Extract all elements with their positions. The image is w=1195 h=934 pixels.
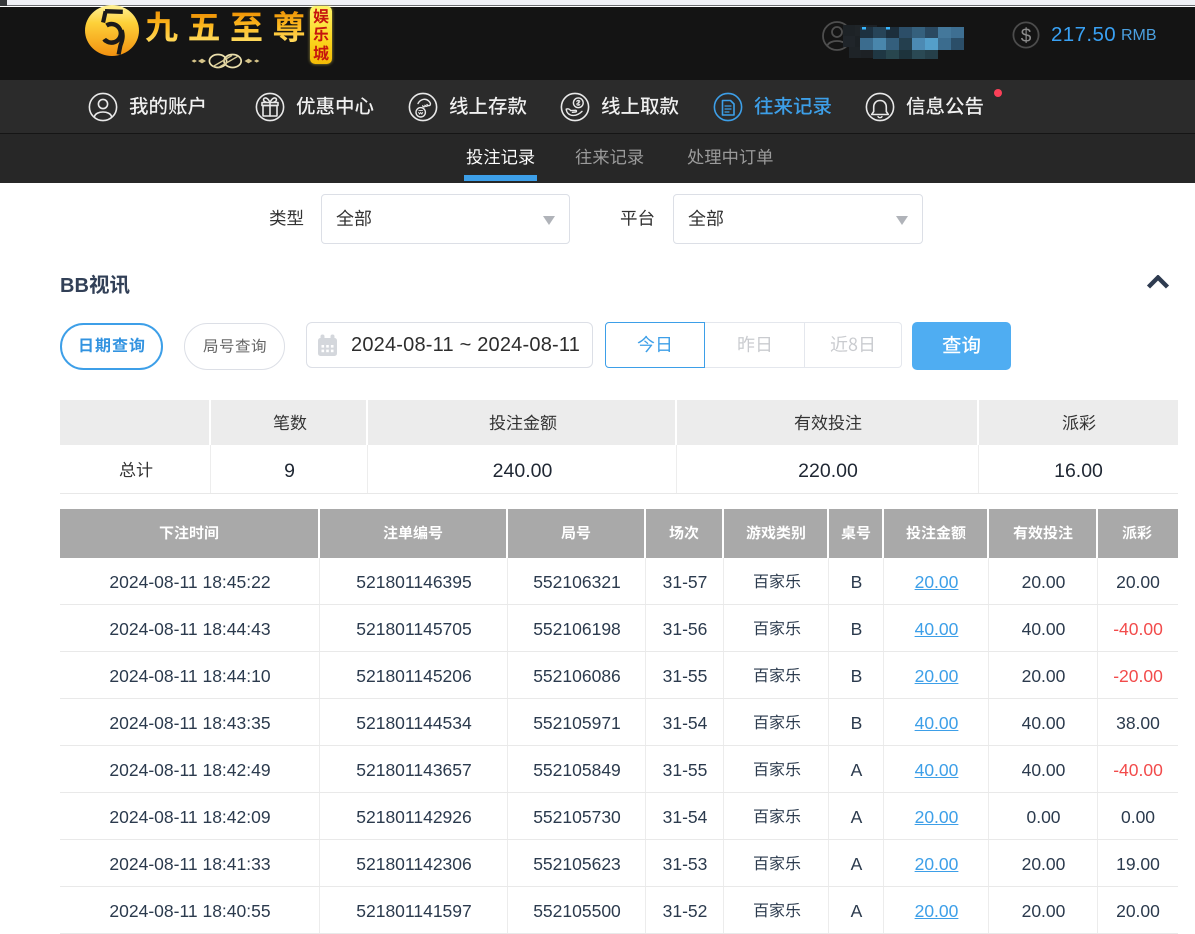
svg-text:$: $ bbox=[1021, 26, 1032, 47]
